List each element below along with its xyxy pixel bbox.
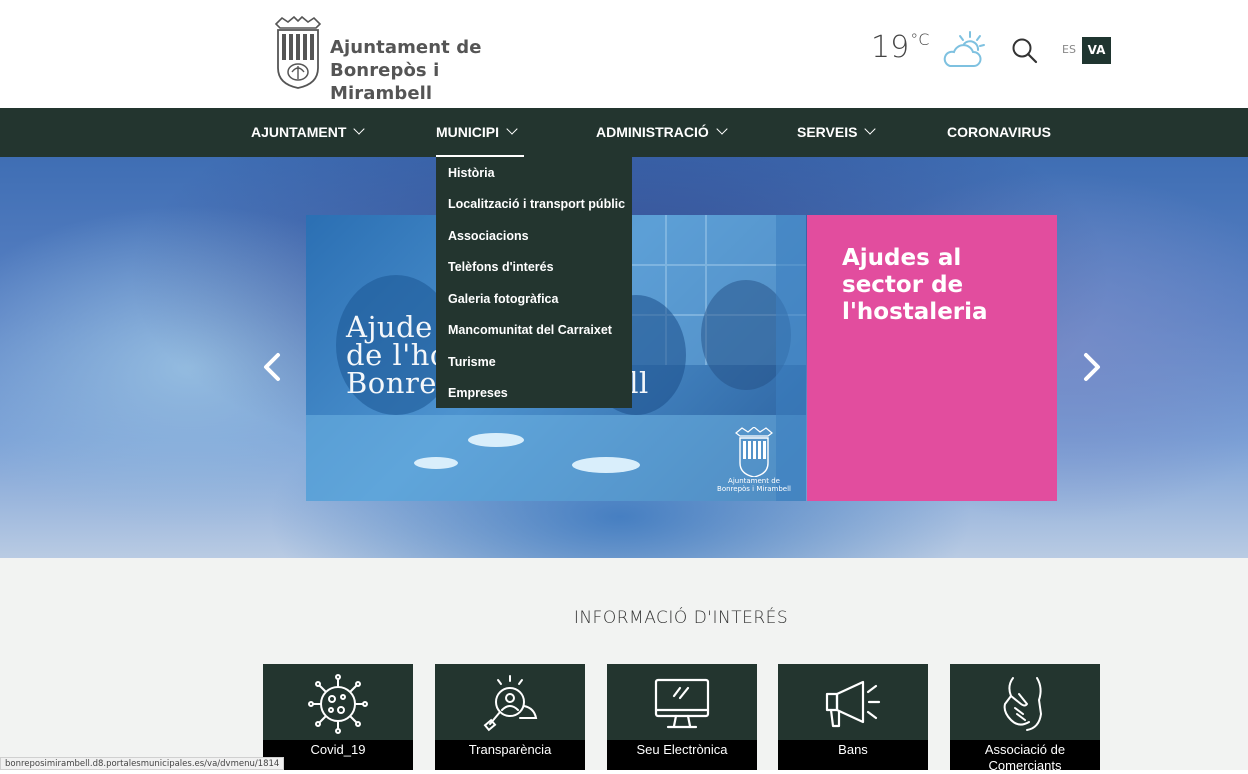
site-name-line2: Bonrepòs i Mirambell	[330, 60, 440, 104]
card-label: Seu Electrònica	[607, 740, 757, 770]
nav-item-serveis[interactable]: SERVEIS	[797, 108, 877, 157]
nav-item-ajuntament[interactable]: AJUNTAMENT	[251, 108, 366, 157]
virus-icon	[308, 674, 368, 734]
card-label: Bans	[778, 740, 928, 770]
dropdown-item-galeria[interactable]: Galeria fotogràfica	[448, 289, 558, 309]
nav-item-coronavirus[interactable]: CORONAVIRUS	[947, 108, 1051, 157]
card-associacio-comerciants[interactable]: Associació de Comerciants	[950, 664, 1100, 773]
dropdown-item-turisme[interactable]: Turisme	[448, 352, 496, 372]
site-name: Ajuntament de Bonrepòs i Mirambell	[330, 36, 517, 105]
card-bans[interactable]: Bans	[778, 664, 928, 770]
slide-crest-caption-line1: Ajuntament de	[728, 477, 780, 485]
temperature-value: 19	[871, 30, 910, 65]
slide-crest-caption: Ajuntament de Bonrepòs i Mirambell	[708, 477, 800, 493]
dropdown-item-historia[interactable]: Història	[448, 163, 495, 183]
town-crest-icon	[274, 16, 322, 89]
nav-item-administracio[interactable]: ADMINISTRACIÓ	[596, 108, 728, 157]
browser-status-url: bonreposimirambell.d8.portalesmunicipale…	[0, 757, 285, 770]
card-label: Transparència	[435, 740, 585, 770]
slide-crest-caption-line2: Bonrepòs i Mirambell	[717, 485, 791, 493]
section-title: INFORMACIÓ D'INTERÉS	[573, 608, 789, 628]
chevron-right-icon[interactable]	[1078, 347, 1106, 387]
slide-title: Ajudes al sector de l'hostaleria	[842, 245, 988, 325]
site-logo[interactable]: Ajuntament de Bonrepòs i Mirambell	[272, 16, 517, 104]
nav-label: SERVEIS	[797, 124, 858, 140]
handshake-icon	[1003, 677, 1042, 731]
nav-label: MUNICIPI	[436, 124, 499, 140]
monitor-icon	[654, 678, 710, 729]
chevron-down-icon	[353, 123, 366, 135]
card-covid[interactable]: Covid_19	[263, 664, 413, 770]
site-name-line1: Ajuntament de	[330, 37, 482, 58]
site-header: Ajuntament de Bonrepòs i Mirambell 19°C …	[0, 0, 1248, 108]
search-icon[interactable]	[1010, 36, 1038, 64]
slide-title-panel: Ajudes al sector de l'hostaleria	[807, 215, 1057, 501]
dropdown-item-mancomunitat[interactable]: Mancomunitat del Carraixet	[448, 320, 612, 340]
temperature-unit: °C	[910, 30, 930, 49]
card-label: Covid_19	[263, 740, 413, 770]
chevron-down-icon	[864, 123, 877, 135]
temperature-readout: 19°C	[871, 30, 929, 65]
slide-crest: Ajuntament de Bonrepòs i Mirambell	[714, 426, 794, 497]
town-crest-icon	[735, 426, 773, 478]
dropdown-item-empreses[interactable]: Empreses	[448, 383, 508, 403]
card-transparencia[interactable]: Transparència	[435, 664, 585, 770]
chevron-left-icon[interactable]	[258, 347, 286, 387]
magnifier-person-icon	[483, 675, 538, 732]
nav-label: ADMINISTRACIÓ	[596, 124, 709, 140]
partly-cloudy-icon	[943, 31, 985, 67]
dropdown-item-associacions[interactable]: Associacions	[448, 226, 529, 246]
dropdown-item-telefons[interactable]: Telèfons d'interés	[448, 257, 554, 277]
chevron-down-icon	[506, 123, 518, 135]
slide[interactable]: Ajude de l'ho Bonre bell Ajuntament de	[306, 215, 1057, 501]
nav-label: CORONAVIRUS	[947, 124, 1051, 140]
info-section: INFORMACIÓ D'INTERÉS Covid_19 Transparèn…	[0, 558, 1248, 773]
chevron-down-icon	[716, 123, 728, 135]
language-es-link[interactable]: ES	[1056, 37, 1082, 63]
main-nav: AJUNTAMENT MUNICIPI ADMINISTRACIÓ SERVEI…	[0, 108, 1248, 157]
card-seu-electronica[interactable]: Seu Electrònica	[607, 664, 757, 770]
nav-item-municipi[interactable]: MUNICIPI	[436, 108, 524, 157]
dropdown-item-localitzacio[interactable]: Localització i transport públic	[448, 194, 625, 214]
nav-label: AJUNTAMENT	[251, 124, 347, 140]
megaphone-icon	[825, 680, 881, 728]
card-label: Associació de Comerciants	[950, 740, 1100, 773]
municipi-dropdown-menu: Història Localització i transport públic…	[436, 157, 632, 408]
language-va-link[interactable]: VA	[1082, 37, 1111, 64]
